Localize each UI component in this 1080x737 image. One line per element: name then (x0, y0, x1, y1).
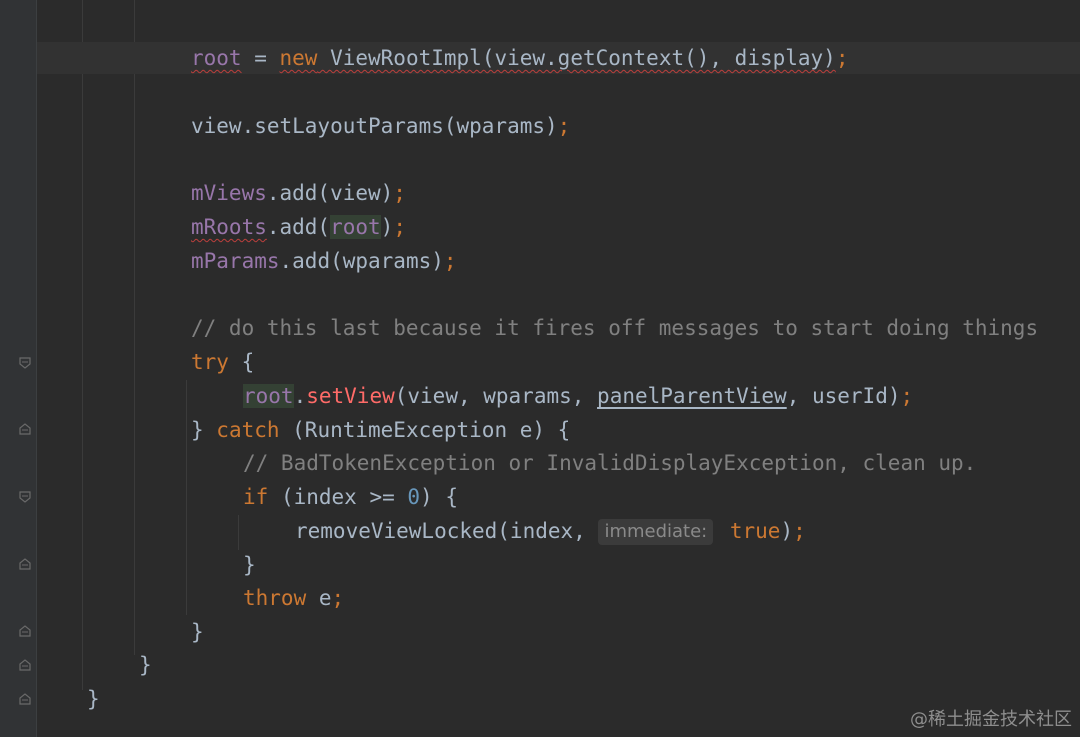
keyword-token: true (717, 519, 781, 543)
code-token: } (191, 418, 217, 442)
code-line[interactable]: } (139, 648, 152, 682)
indent-guide (82, 0, 83, 690)
code-token: } (191, 620, 204, 644)
code-line[interactable]: try { (191, 345, 254, 379)
indent-guide (238, 515, 239, 550)
comment-token: // BadTokenException or InvalidDisplayEx… (243, 451, 977, 475)
fold-expand-icon[interactable] (18, 422, 32, 436)
field-token: mViews (191, 181, 267, 205)
code-line[interactable]: mViews.add(view); (191, 176, 406, 210)
gutter-divider (36, 0, 37, 737)
field-token: mRoots (191, 215, 267, 239)
code-line[interactable]: if (index >= 0) { (243, 480, 458, 514)
code-token: , userId) (786, 384, 901, 408)
code-token: } (139, 653, 152, 677)
field-token: root (191, 46, 242, 70)
fold-expand-icon[interactable] (18, 692, 32, 706)
code-token: e (306, 586, 332, 610)
code-token: ViewRootImpl(view.getContext(), display) (317, 46, 836, 70)
code-token: (view, wparams, (394, 384, 598, 408)
code-token: .add(view) (266, 181, 394, 205)
keyword-token: catch (216, 418, 280, 442)
code-line[interactable]: root = new ViewRootImpl(view.getContext(… (191, 41, 848, 75)
highlighted-variable: root (330, 215, 381, 239)
number-token: 0 (407, 485, 421, 509)
watermark: @稀土掘金技术社区 (910, 709, 1072, 730)
code-line[interactable]: } (87, 682, 100, 716)
semicolon-token: ; (835, 46, 849, 70)
semicolon-token: ; (393, 181, 406, 205)
code-token: . (293, 384, 307, 408)
code-token: } (243, 553, 256, 577)
semicolon-token: ; (900, 384, 914, 408)
code-line[interactable]: } (243, 548, 256, 582)
semicolon-token: ; (393, 215, 406, 239)
keyword-token: if (243, 485, 269, 509)
code-token: (index >= (268, 485, 408, 509)
method-call-token: setView (306, 384, 395, 408)
code-line[interactable]: } (191, 615, 204, 649)
code-line[interactable]: // do this last because it fires off mes… (191, 311, 1038, 345)
semicolon-token: ; (557, 114, 571, 138)
code-token: { (228, 350, 255, 374)
keyword-token: try (191, 350, 229, 374)
code-line[interactable]: } catch (RuntimeException e) { (191, 413, 570, 447)
fold-collapse-icon[interactable] (18, 490, 32, 504)
code-token: } (87, 687, 100, 711)
code-token: .add( (266, 215, 331, 239)
semicolon-token: ; (331, 586, 345, 610)
keyword-token: new (279, 46, 318, 70)
code-line[interactable]: view.setLayoutParams(wparams); (191, 109, 570, 143)
code-line[interactable]: mParams.add(wparams); (191, 244, 457, 278)
operator-token: = (241, 46, 280, 70)
code-token: view.setLayoutParams(wparams) (191, 114, 558, 138)
semicolon-token: ; (793, 519, 806, 543)
indent-guide (186, 380, 187, 615)
comment-token: // do this last because it fires off mes… (191, 316, 1039, 340)
highlighted-variable: root (243, 384, 294, 408)
code-token: ) { (420, 485, 458, 509)
semicolon-token: ; (443, 249, 457, 273)
fold-expand-icon[interactable] (18, 658, 32, 672)
field-token: mParams (191, 249, 280, 273)
underlined-token: panelParentView (597, 384, 787, 408)
code-token: (RuntimeException e) { (279, 418, 571, 442)
indent-guide (134, 0, 135, 655)
code-line[interactable]: // BadTokenException or InvalidDisplayEx… (243, 446, 976, 480)
code-line[interactable]: root.setView(view, wparams, panelParentV… (243, 379, 913, 413)
code-token: removeViewLocked(index, (295, 519, 599, 543)
code-line[interactable]: removeViewLocked(index, immediate: true)… (295, 514, 806, 548)
fold-expand-icon[interactable] (18, 624, 32, 638)
fold-collapse-icon[interactable] (18, 356, 32, 370)
code-line[interactable]: mRoots.add(root); (191, 210, 406, 244)
keyword-token: throw (243, 586, 307, 610)
fold-expand-icon[interactable] (18, 557, 32, 571)
code-token: ) (780, 519, 794, 543)
code-token: .add(wparams) (279, 249, 444, 273)
parameter-hint: immediate: (598, 519, 714, 545)
code-line[interactable]: throw e; (243, 581, 344, 615)
code-token: ) (380, 215, 394, 239)
